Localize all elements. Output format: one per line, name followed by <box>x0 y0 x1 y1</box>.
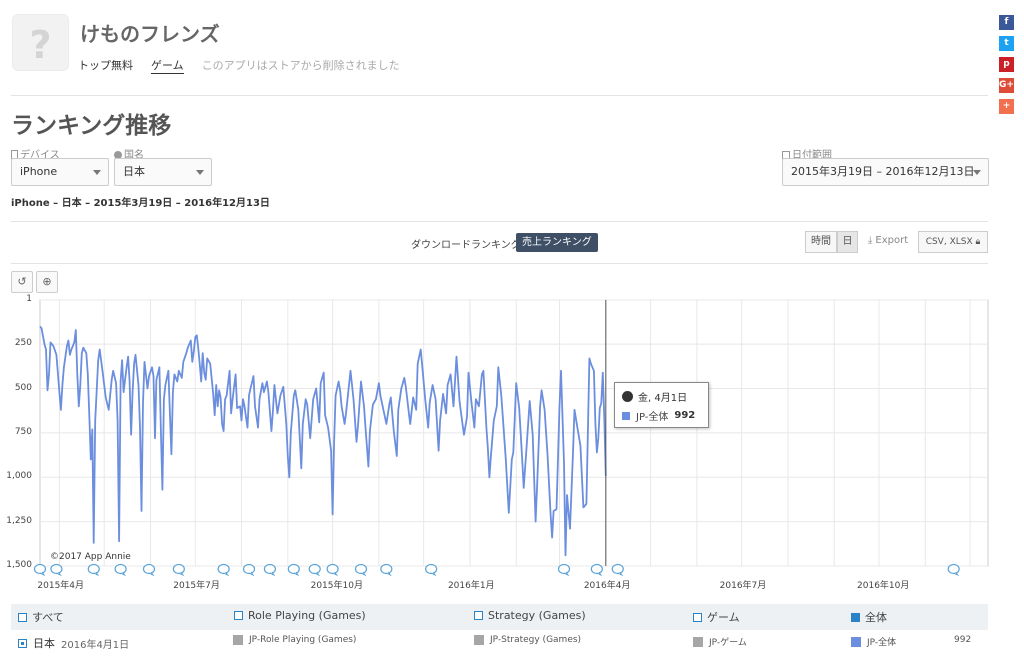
event-marker-icon <box>242 563 256 575</box>
legend-value-strategy: JP-Strategy (Games) <box>474 635 581 645</box>
legend-overall[interactable]: 全体 <box>851 609 887 625</box>
series-swatch <box>622 411 630 420</box>
event-marker-icon <box>947 563 960 575</box>
checkbox[interactable] <box>693 612 702 622</box>
event-marker-icon <box>142 563 156 575</box>
legend-value-overall: JP-全体 <box>851 635 896 648</box>
legend-games[interactable]: ゲーム <box>693 609 740 625</box>
event-marker-icon <box>172 563 185 575</box>
series-swatch <box>693 636 703 647</box>
event-marker-icon <box>287 563 300 575</box>
checkbox-checked[interactable] <box>851 612 860 622</box>
checkbox[interactable] <box>474 611 483 620</box>
checkbox[interactable] <box>18 612 27 622</box>
chart-tooltip: 金, 4月1日 JP-全体 992 <box>614 382 709 428</box>
legend-all[interactable]: すべて <box>18 609 64 625</box>
tooltip-date: 金, 4月1日 <box>638 393 688 404</box>
event-marker-icon <box>354 563 368 575</box>
legend-overall-value: 992 <box>954 635 972 645</box>
series-swatch <box>474 635 484 645</box>
event-marker-icon <box>114 563 127 575</box>
event-marker-icon <box>425 563 438 575</box>
event-marker-icon <box>33 563 47 575</box>
event-marker-icon <box>380 563 393 575</box>
ranking-chart[interactable] <box>0 0 1024 661</box>
event-marker-icon <box>590 563 603 575</box>
legend-strategy[interactable]: Strategy (Games) <box>474 609 586 622</box>
event-marker-icon <box>611 563 624 575</box>
series-swatch <box>233 635 243 645</box>
event-marker-icon <box>50 563 63 575</box>
legend-role-playing[interactable]: Role Playing (Games) <box>234 609 366 622</box>
event-marker-icon <box>217 563 230 575</box>
legend-country-row[interactable]: 日本 2016年4月1日 <box>18 635 129 651</box>
event-marker-icon <box>263 563 277 575</box>
radio-checked[interactable] <box>18 638 27 648</box>
tooltip-series: JP-全体 <box>636 412 669 423</box>
event-marker-icon <box>326 563 339 575</box>
checkbox[interactable] <box>234 611 243 620</box>
globe-icon <box>622 391 633 402</box>
legend-value-role-playing: JP-Role Playing (Games) <box>233 635 356 645</box>
watermark: ©2017 App Annie <box>50 552 131 562</box>
legend-value-games: JP-ゲーム <box>693 635 747 648</box>
tooltip-value: 992 <box>674 410 696 421</box>
event-marker-icon <box>87 563 100 575</box>
event-marker-icon <box>557 563 571 575</box>
event-marker-icon <box>308 563 321 575</box>
series-swatch <box>851 636 861 647</box>
